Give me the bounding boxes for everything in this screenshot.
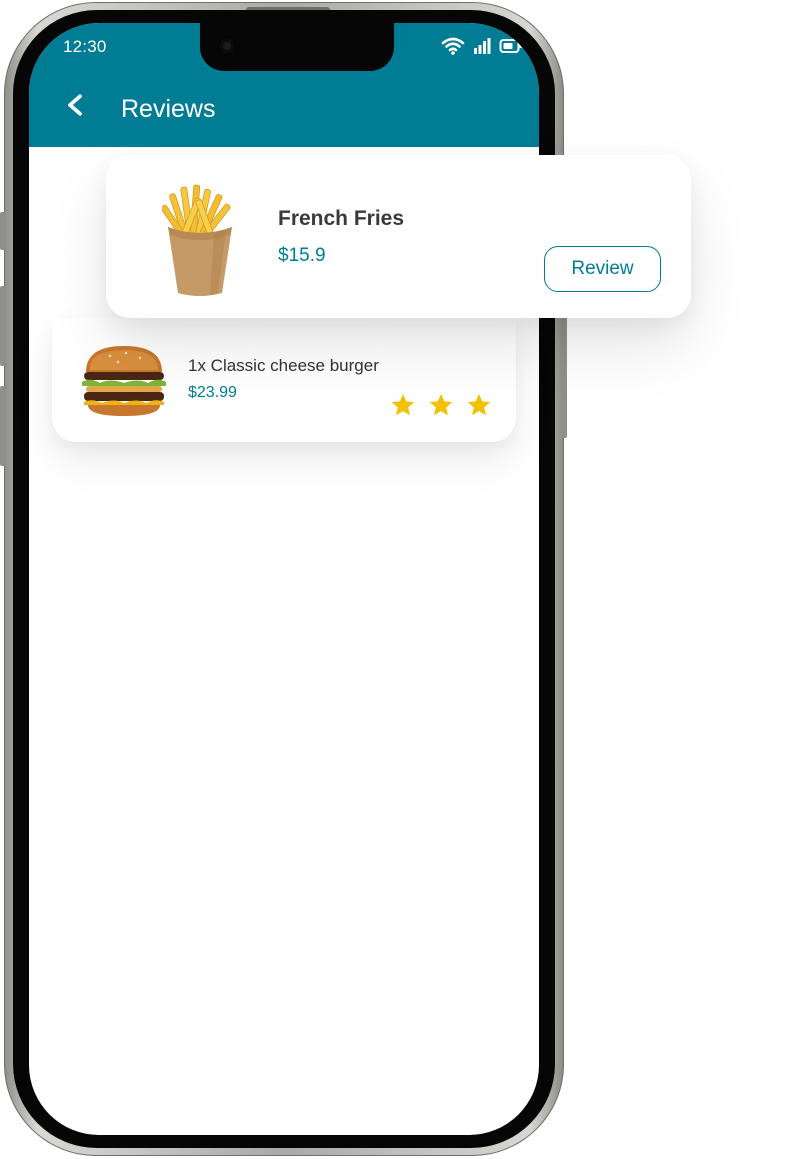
product-name: French Fries	[278, 207, 405, 230]
battery-icon	[499, 39, 522, 53]
order-item-name: 1x Classic cheese burger	[188, 356, 379, 375]
status-icons	[441, 37, 523, 55]
review-button[interactable]: Review	[544, 246, 661, 292]
product-price: $15.9	[278, 245, 326, 266]
status-time: 12:30	[63, 37, 107, 56]
star-icon	[429, 393, 453, 416]
wifi-icon	[441, 37, 465, 55]
page-title: Reviews	[121, 95, 216, 123]
order-item-price: $23.99	[188, 384, 237, 401]
star-icon	[391, 393, 415, 416]
app-header: 12:30 Reviews	[29, 23, 539, 147]
camera-icon	[220, 39, 234, 53]
review-product-card: French Fries $15.9 Review	[106, 155, 691, 318]
volume-up-button	[0, 286, 5, 366]
volume-down-button	[0, 386, 5, 466]
burger-image	[82, 346, 166, 416]
action-button	[0, 212, 5, 250]
back-arrow-icon[interactable]	[65, 93, 85, 117]
rating-stars	[390, 392, 492, 418]
order-item-card[interactable]: 1x Classic cheese burger $23.99	[52, 318, 516, 442]
french-fries-image	[162, 184, 232, 296]
notch	[200, 23, 394, 71]
signal-icon	[474, 38, 491, 54]
star-icon	[467, 393, 491, 416]
power-button	[562, 316, 567, 438]
